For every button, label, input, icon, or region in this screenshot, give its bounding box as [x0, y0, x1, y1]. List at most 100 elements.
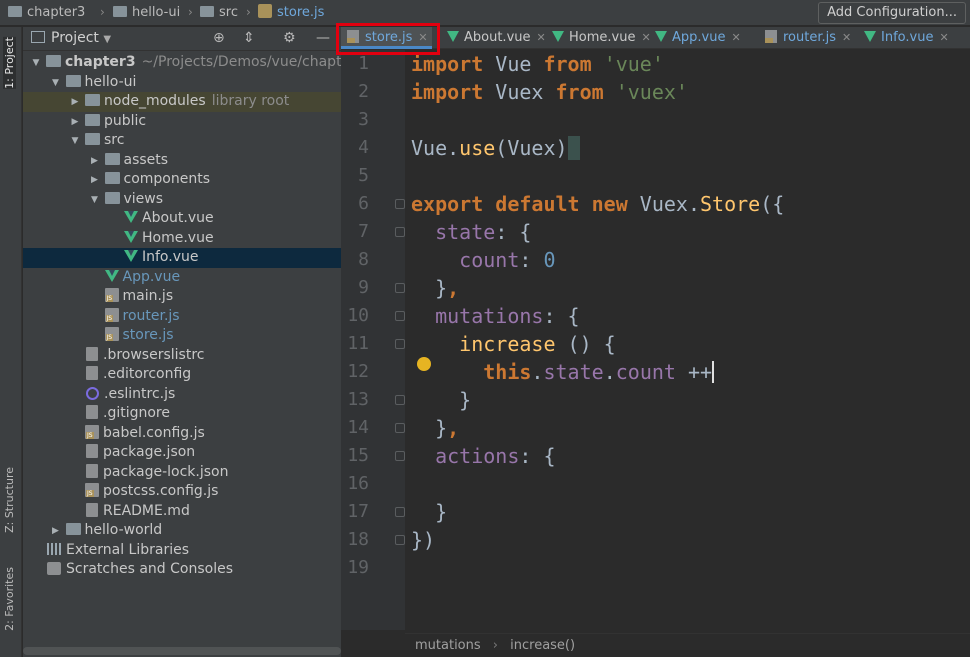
code-line[interactable]: import Vuex from 'vuex'	[411, 78, 688, 106]
tree-item-components[interactable]: ▶ components	[23, 170, 341, 190]
code-line[interactable]: },	[411, 414, 459, 442]
horizontal-scrollbar[interactable]	[23, 647, 341, 655]
code-line[interactable]: increase () {	[411, 330, 616, 358]
line-number[interactable]: 9	[341, 274, 369, 302]
tab-router-js[interactable]: router.js ✕	[759, 27, 855, 49]
expanded-arrow-icon[interactable]: ▼	[88, 191, 102, 211]
close-tab-icon[interactable]: ✕	[537, 31, 546, 44]
breadcrumb-item-hello-ui[interactable]: hello-ui	[113, 4, 180, 22]
line-number[interactable]: 3	[341, 106, 369, 134]
collapsed-arrow-icon[interactable]: ▶	[88, 152, 102, 172]
tree-item-about-vue[interactable]: About.vue	[23, 209, 341, 229]
project-view-dropdown[interactable]: Project ▼	[31, 30, 111, 46]
line-number[interactable]: 5	[341, 162, 369, 190]
fold-marker-icon[interactable]	[395, 451, 405, 461]
expanded-arrow-icon[interactable]: ▼	[29, 54, 43, 74]
line-number[interactable]: 13	[341, 386, 369, 414]
locate-icon[interactable]: ⊕	[213, 30, 225, 46]
tab-structure[interactable]: Z: Structure	[3, 467, 16, 533]
tree-item-store-js[interactable]: store.js	[23, 326, 341, 346]
tree-item-info-vue[interactable]: Info.vue	[23, 248, 341, 268]
tab-info-vue[interactable]: Info.vue ✕	[858, 27, 953, 49]
fold-marker-icon[interactable]	[395, 227, 405, 237]
close-tab-icon[interactable]: ✕	[731, 31, 740, 44]
fold-marker-icon[interactable]	[395, 339, 405, 349]
tree-item-browserslistrc[interactable]: .browserslistrc	[23, 346, 341, 366]
line-number[interactable]: 16	[341, 470, 369, 498]
add-configuration-button[interactable]: Add Configuration...	[818, 2, 966, 24]
tree-item-main-js[interactable]: main.js	[23, 287, 341, 307]
line-number[interactable]: 2	[341, 78, 369, 106]
tab-favorites[interactable]: 2: Favorites	[3, 567, 16, 631]
code-line[interactable]: count: 0	[411, 246, 555, 274]
tree-item-public[interactable]: ▶ public	[23, 112, 341, 132]
code-line[interactable]: this.state.count ++	[411, 358, 715, 386]
collapsed-arrow-icon[interactable]: ▶	[68, 93, 82, 113]
fold-marker-icon[interactable]	[395, 507, 405, 517]
tree-item-package-lock-json[interactable]: package-lock.json	[23, 463, 341, 483]
fold-marker-icon[interactable]	[395, 199, 405, 209]
tree-item-babel-config-js[interactable]: babel.config.js	[23, 424, 341, 444]
code-line[interactable]: actions: {	[411, 442, 555, 470]
expanded-arrow-icon[interactable]: ▼	[49, 74, 63, 94]
collapsed-arrow-icon[interactable]: ▶	[88, 171, 102, 191]
fold-marker-icon[interactable]	[395, 395, 405, 405]
code-crumb-increase[interactable]: increase()	[510, 638, 575, 653]
fold-marker-icon[interactable]	[395, 535, 405, 545]
tree-item-eslintrc-js[interactable]: .eslintrc.js	[23, 385, 341, 405]
line-number[interactable]: 19	[341, 554, 369, 582]
code-crumb-mutations[interactable]: mutations	[415, 638, 481, 653]
tab-app-vue[interactable]: App.vue ✕	[649, 27, 745, 49]
code-line[interactable]: })	[411, 526, 435, 554]
tab-about-vue[interactable]: About.vue ✕	[441, 27, 550, 49]
breadcrumb-item-src[interactable]: src	[200, 4, 238, 22]
tree-item-readme-md[interactable]: README.md	[23, 502, 341, 522]
tree-item-src[interactable]: ▼ src	[23, 131, 341, 151]
close-tab-icon[interactable]: ✕	[939, 31, 948, 44]
code-line[interactable]: mutations: {	[411, 302, 580, 330]
code-line[interactable]: }	[411, 498, 447, 526]
collapse-all-icon[interactable]: ⇕	[243, 30, 255, 46]
expanded-arrow-icon[interactable]: ▼	[68, 132, 82, 152]
tree-item-hello-world[interactable]: ▶ hello-world	[23, 521, 341, 541]
tree-item-external-libraries[interactable]: External Libraries	[23, 541, 341, 561]
tree-item-hello-ui[interactable]: ▼ hello-ui	[23, 73, 341, 93]
tree-item-router-js[interactable]: router.js	[23, 307, 341, 327]
line-number[interactable]: 10	[341, 302, 369, 330]
tree-item-gitignore[interactable]: .gitignore	[23, 404, 341, 424]
fold-marker-icon[interactable]	[395, 283, 405, 293]
close-tab-icon[interactable]: ✕	[842, 31, 851, 44]
code-line[interactable]: Vue.use(Vuex)	[411, 134, 580, 162]
code-line[interactable]: },	[411, 274, 459, 302]
line-number[interactable]: 8	[341, 246, 369, 274]
tree-item-editorconfig[interactable]: .editorconfig	[23, 365, 341, 385]
tab-project[interactable]: 1: Project	[3, 37, 16, 89]
breadcrumb-item-store-js[interactable]: store.js	[258, 4, 324, 22]
collapsed-arrow-icon[interactable]: ▶	[68, 113, 82, 133]
tree-item-scratches-and-consoles[interactable]: Scratches and Consoles	[23, 560, 341, 580]
breadcrumb-item-chapter3[interactable]: chapter3	[8, 4, 85, 22]
code-line[interactable]: import Vue from 'vue'	[411, 50, 664, 78]
tree-item-postcss-config-js[interactable]: postcss.config.js	[23, 482, 341, 502]
lightbulb-icon[interactable]	[417, 357, 431, 371]
line-number[interactable]: 14	[341, 414, 369, 442]
line-number[interactable]: 7	[341, 218, 369, 246]
tab-home-vue[interactable]: Home.vue ✕	[546, 27, 655, 49]
line-number[interactable]: 4	[341, 134, 369, 162]
tree-item-views[interactable]: ▼ views	[23, 190, 341, 210]
code-line[interactable]: export default new Vuex.Store({	[411, 190, 784, 218]
tree-item-assets[interactable]: ▶ assets	[23, 151, 341, 171]
tree-item-package-json[interactable]: package.json	[23, 443, 341, 463]
fold-marker-icon[interactable]	[395, 423, 405, 433]
line-number[interactable]: 11	[341, 330, 369, 358]
line-number[interactable]: 6	[341, 190, 369, 218]
fold-marker-icon[interactable]	[395, 311, 405, 321]
tree-item-app-vue[interactable]: App.vue	[23, 268, 341, 288]
collapsed-arrow-icon[interactable]: ▶	[49, 522, 63, 542]
line-number[interactable]: 18	[341, 526, 369, 554]
code-line[interactable]: state: {	[411, 218, 531, 246]
tree-item-node-modules[interactable]: ▶ node_modules library root	[23, 92, 341, 112]
line-number[interactable]: 15	[341, 442, 369, 470]
line-number[interactable]: 17	[341, 498, 369, 526]
line-number[interactable]: 12	[341, 358, 369, 386]
